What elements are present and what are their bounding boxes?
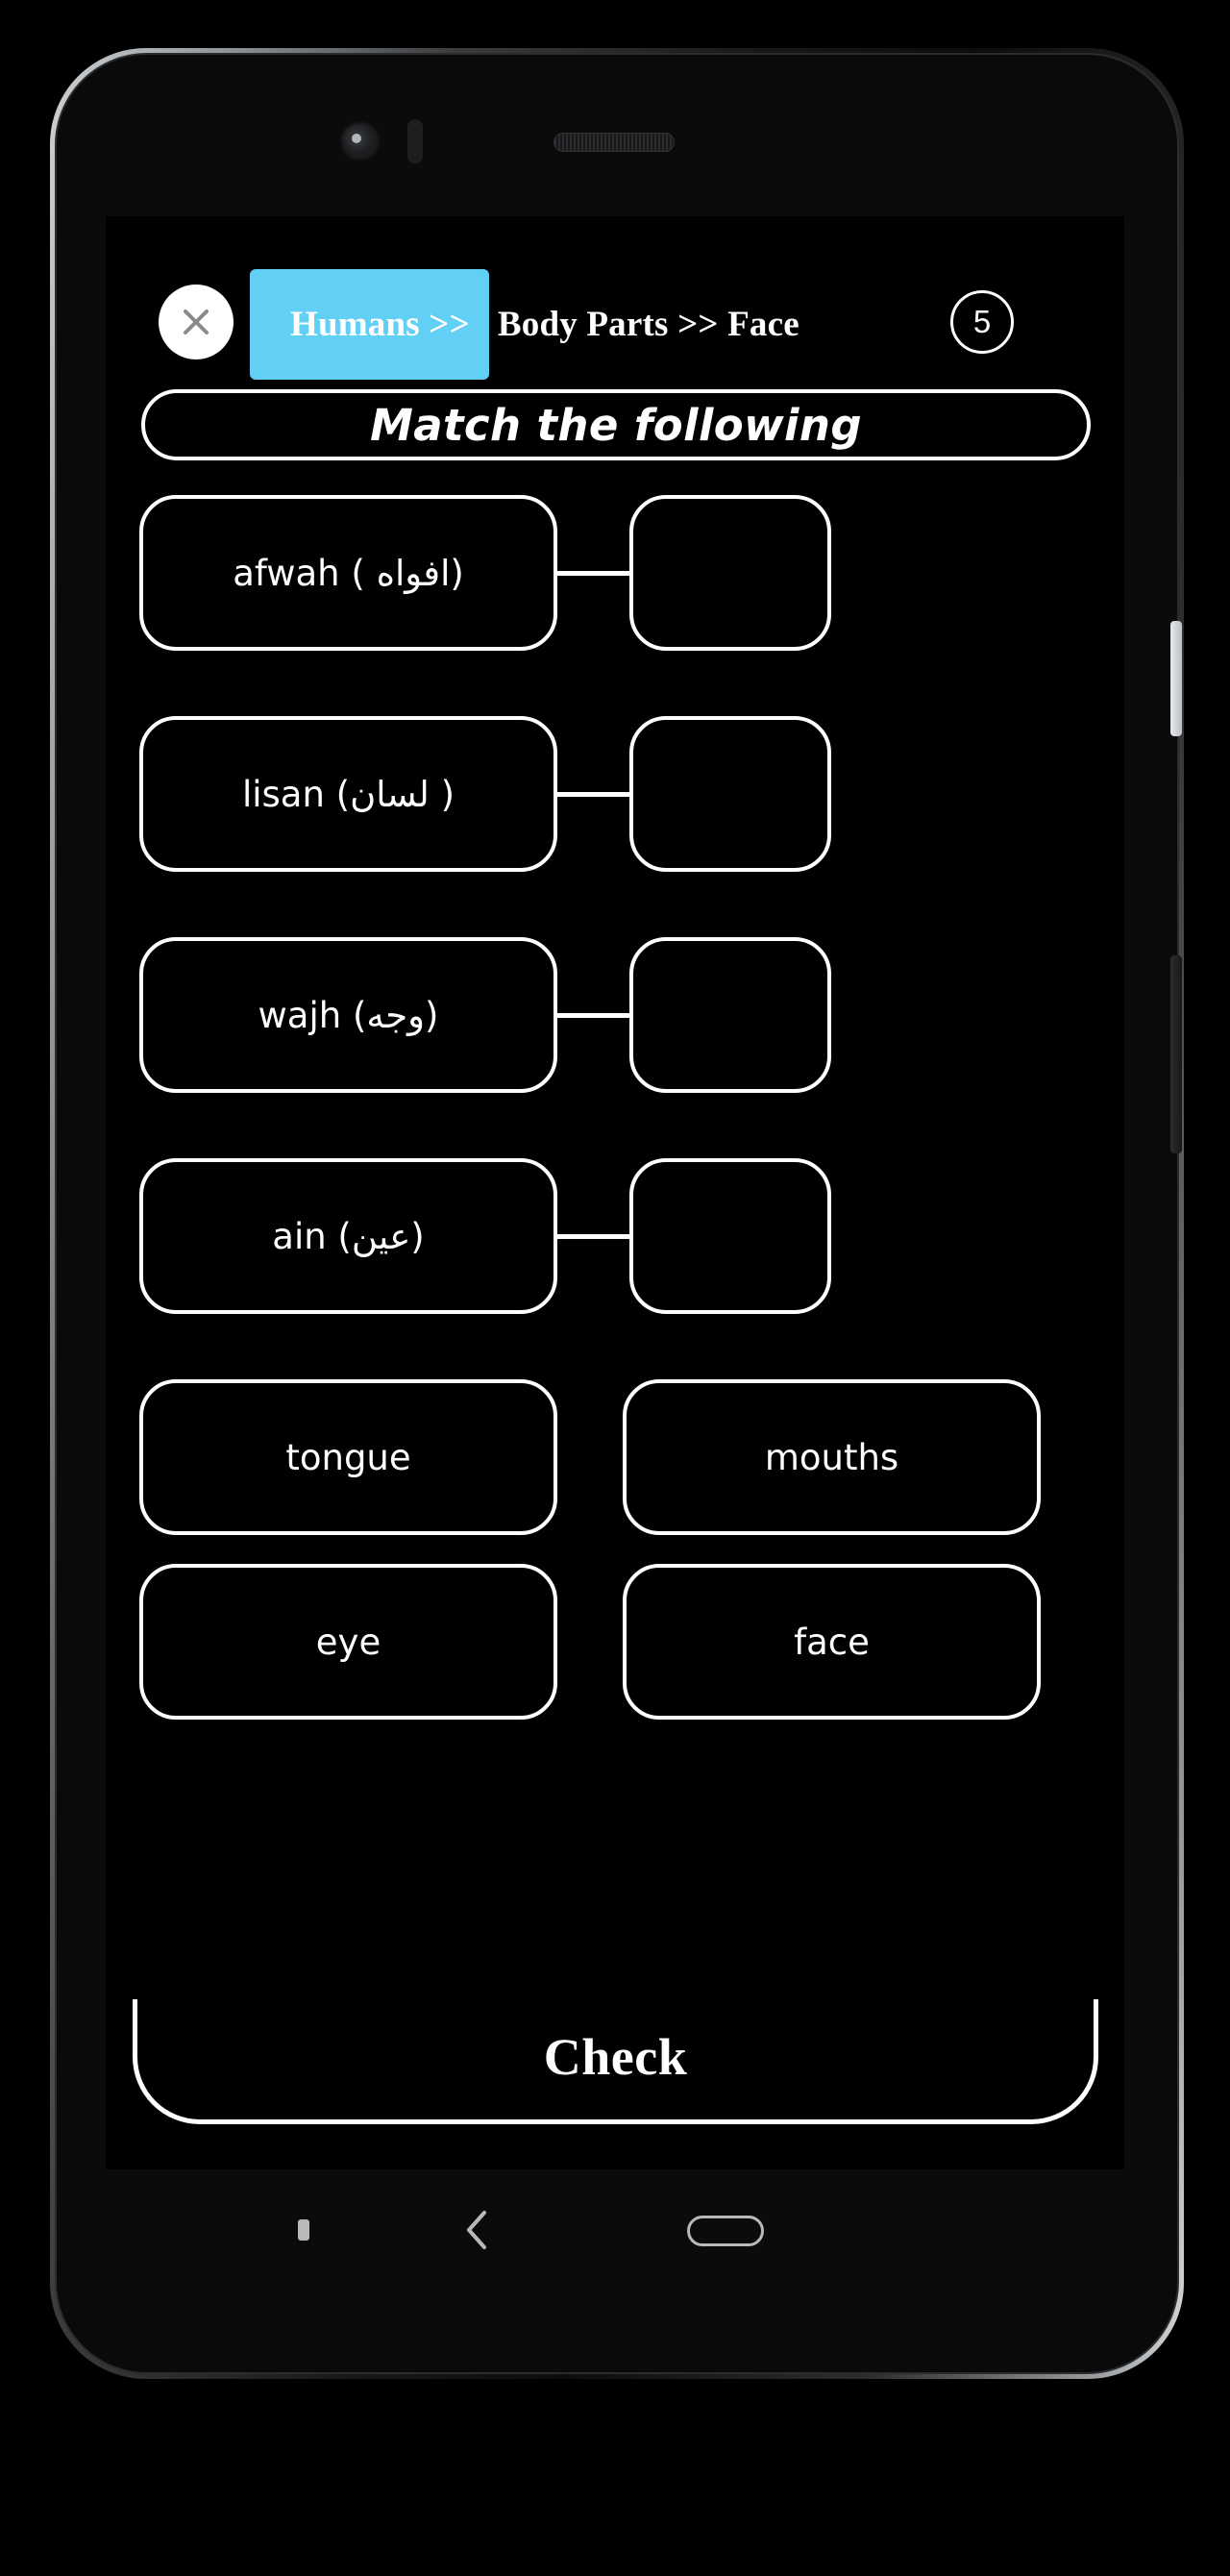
answer-drop-box-2[interactable] [629,716,831,872]
match-row: afwah ( افواه) [106,495,1124,651]
connector-line-3 [557,1013,630,1018]
term-box-4[interactable]: ain (عين) [139,1158,557,1314]
android-navigation-bar [106,2169,1124,2283]
breadcrumb-active-segment[interactable]: Humans >> [250,269,489,380]
power-button[interactable] [1170,621,1182,736]
option-face[interactable]: face [623,1564,1041,1720]
match-list: afwah ( افواه) lisan (لسان ) wajh (وجه) … [106,495,1124,1379]
option-mouths[interactable]: mouths [623,1379,1041,1535]
close-button[interactable] [159,285,234,359]
term-box-3[interactable]: wajh (وجه) [139,937,557,1093]
app-header: Humans >> Body Parts >> Face 5 [106,269,1124,380]
back-chevron-icon[interactable] [461,2208,494,2252]
connector-line-1 [557,571,630,576]
screenshot-stage: Humans >> Body Parts >> Face 5 Match the… [0,0,1230,2576]
match-row: ain (عين) [106,1158,1124,1314]
term-box-2[interactable]: lisan (لسان ) [139,716,557,872]
page-title: Match the following [370,399,862,451]
connector-line-4 [557,1234,630,1239]
connector-line-2 [557,792,630,797]
home-pill-icon[interactable] [687,2216,764,2246]
question-counter-badge: 5 [950,290,1014,354]
answer-drop-box-1[interactable] [629,495,831,651]
option-row: tongue mouths [106,1379,1124,1535]
close-x-icon [184,310,209,334]
check-button-label: Check [543,2027,688,2086]
option-row: eye face [106,1564,1124,1720]
check-button[interactable]: Check [133,1999,1098,2124]
proximity-sensor-icon [407,119,423,163]
recents-square-icon[interactable] [298,2219,309,2241]
option-eye[interactable]: eye [139,1564,557,1720]
earpiece-speaker-icon [554,133,675,152]
answer-drop-box-3[interactable] [629,937,831,1093]
phone-screen: Humans >> Body Parts >> Face 5 Match the… [106,216,1124,2283]
option-list: tongue mouths eye face [106,1379,1124,1748]
breadcrumb[interactable]: Humans >> Body Parts >> Face [250,269,800,380]
answer-drop-box-4[interactable] [629,1158,831,1314]
option-tongue[interactable]: tongue [139,1379,557,1535]
term-box-1[interactable]: afwah ( افواه) [139,495,557,651]
volume-button[interactable] [1170,955,1182,1153]
breadcrumb-trail: Body Parts >> Face [497,305,800,344]
match-row: lisan (لسان ) [106,716,1124,872]
instruction-banner: Match the following [141,389,1091,460]
camera-lens-highlight [352,134,361,143]
match-row: wajh (وجه) [106,937,1124,1093]
